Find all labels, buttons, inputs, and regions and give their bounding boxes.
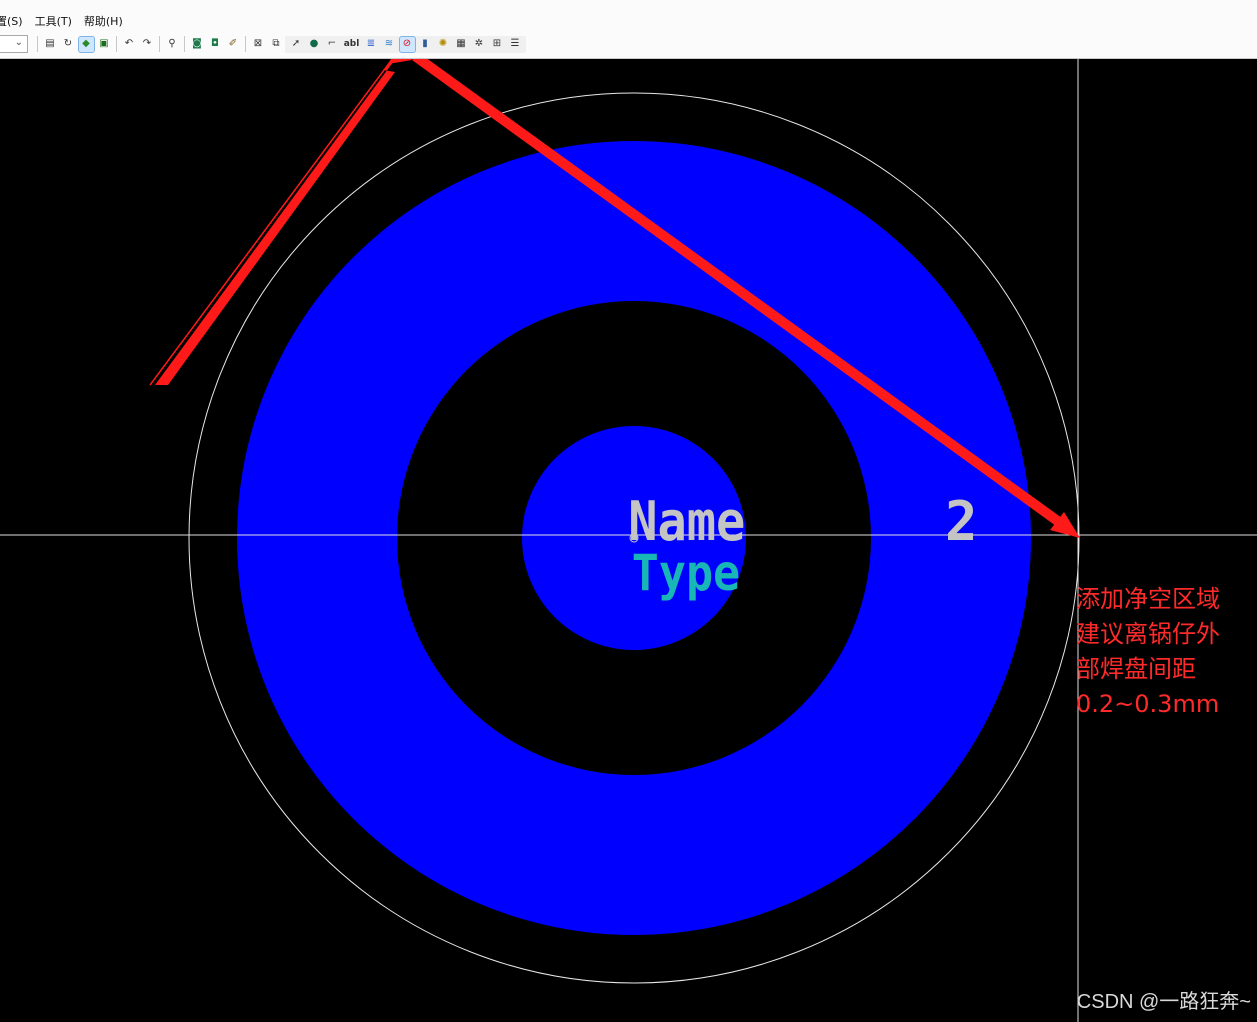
menu-help[interactable]: 帮助(H) xyxy=(84,13,129,29)
toolbar-separator xyxy=(159,36,160,52)
refresh-icon[interactable]: ↻ xyxy=(61,37,76,52)
menu-tools[interactable]: 工具(T) xyxy=(35,13,78,29)
layer2-icon[interactable]: ≋ xyxy=(382,37,397,52)
annotation-line: 建议离锅仔外 xyxy=(1076,620,1220,648)
zoom-icon[interactable]: ⚲ xyxy=(165,37,180,52)
redo-icon[interactable]: ↷ xyxy=(140,37,155,52)
toolbar: ⌄ ▤ ↻ ◆ ▣ ↶ ↷ ⚲ ◙ ◘ ✐ ⊠ ⧉ ➚ ● ⌐ abl ≣ ≋ … xyxy=(0,33,526,55)
drill-icon[interactable]: ● xyxy=(307,37,322,52)
sun-icon[interactable]: ✺ xyxy=(436,37,451,52)
drc-icon[interactable]: ⊠ xyxy=(251,37,266,52)
properties-icon[interactable]: ▤ xyxy=(43,37,58,52)
gauge-icon[interactable]: ▮ xyxy=(418,37,433,52)
stats-icon[interactable]: ▦ xyxy=(454,37,469,52)
layer-dropdown[interactable]: ⌄ xyxy=(0,35,28,53)
pcb-canvas[interactable]: Name Type 2 xyxy=(0,59,1257,1022)
star-icon[interactable]: ✲ xyxy=(472,37,487,52)
pad-icon[interactable]: ◙ xyxy=(190,37,205,52)
brush-icon[interactable]: ✐ xyxy=(226,37,241,52)
select-icon[interactable]: ➚ xyxy=(289,37,304,52)
menu-setup[interactable]: 置(S) xyxy=(0,13,29,29)
annotation-note: 添加净空区域 建议离锅仔外 部焊盘间距 0.2~0.3mm xyxy=(1076,582,1220,722)
via-icon[interactable]: ◘ xyxy=(208,37,223,52)
annotation-line: 添加净空区域 xyxy=(1076,585,1220,613)
annotation-line: 0.2~0.3mm xyxy=(1076,690,1220,718)
keepout-icon[interactable]: ⊘ xyxy=(398,35,416,53)
drawing-toolbar: ➚ ● ⌐ abl ≣ ≋ ⊘ ▮ ✺ ▦ ✲ ⊞ ☰ xyxy=(285,35,526,53)
annotation-line: 部焊盘间距 xyxy=(1076,655,1196,683)
toolbar-separator xyxy=(37,36,38,52)
app-chrome: 置(S) 工具(T) 帮助(H) ⌄ ▤ ↻ ◆ ▣ ↶ ↷ ⚲ ◙ ◘ ✐ ⊠… xyxy=(0,0,1257,59)
board-icon[interactable]: ▣ xyxy=(97,37,112,52)
list-icon[interactable]: ☰ xyxy=(508,37,523,52)
chevron-down-icon: ⌄ xyxy=(14,37,23,48)
watermark: CSDN @一路狂奔~ xyxy=(1076,991,1251,1013)
pin-number-label: 2 xyxy=(945,490,978,553)
grid-icon[interactable]: ⊞ xyxy=(490,37,505,52)
text-icon[interactable]: abl xyxy=(343,37,361,52)
toolbar-separator xyxy=(116,36,117,52)
toolbar-separator xyxy=(184,36,185,52)
layer-icon[interactable]: ≣ xyxy=(364,37,379,52)
menubar: 置(S) 工具(T) 帮助(H) xyxy=(0,10,135,32)
pin-icon[interactable]: ⌐ xyxy=(325,37,340,52)
toolbar-separator xyxy=(245,36,246,52)
copy-icon[interactable]: ⧉ xyxy=(269,37,284,52)
undo-icon[interactable]: ↶ xyxy=(122,37,137,52)
pad-type-label: Type xyxy=(632,545,740,603)
footprint-drawing: Name Type 2 xyxy=(0,59,1257,1022)
route-icon[interactable]: ◆ xyxy=(77,35,95,53)
